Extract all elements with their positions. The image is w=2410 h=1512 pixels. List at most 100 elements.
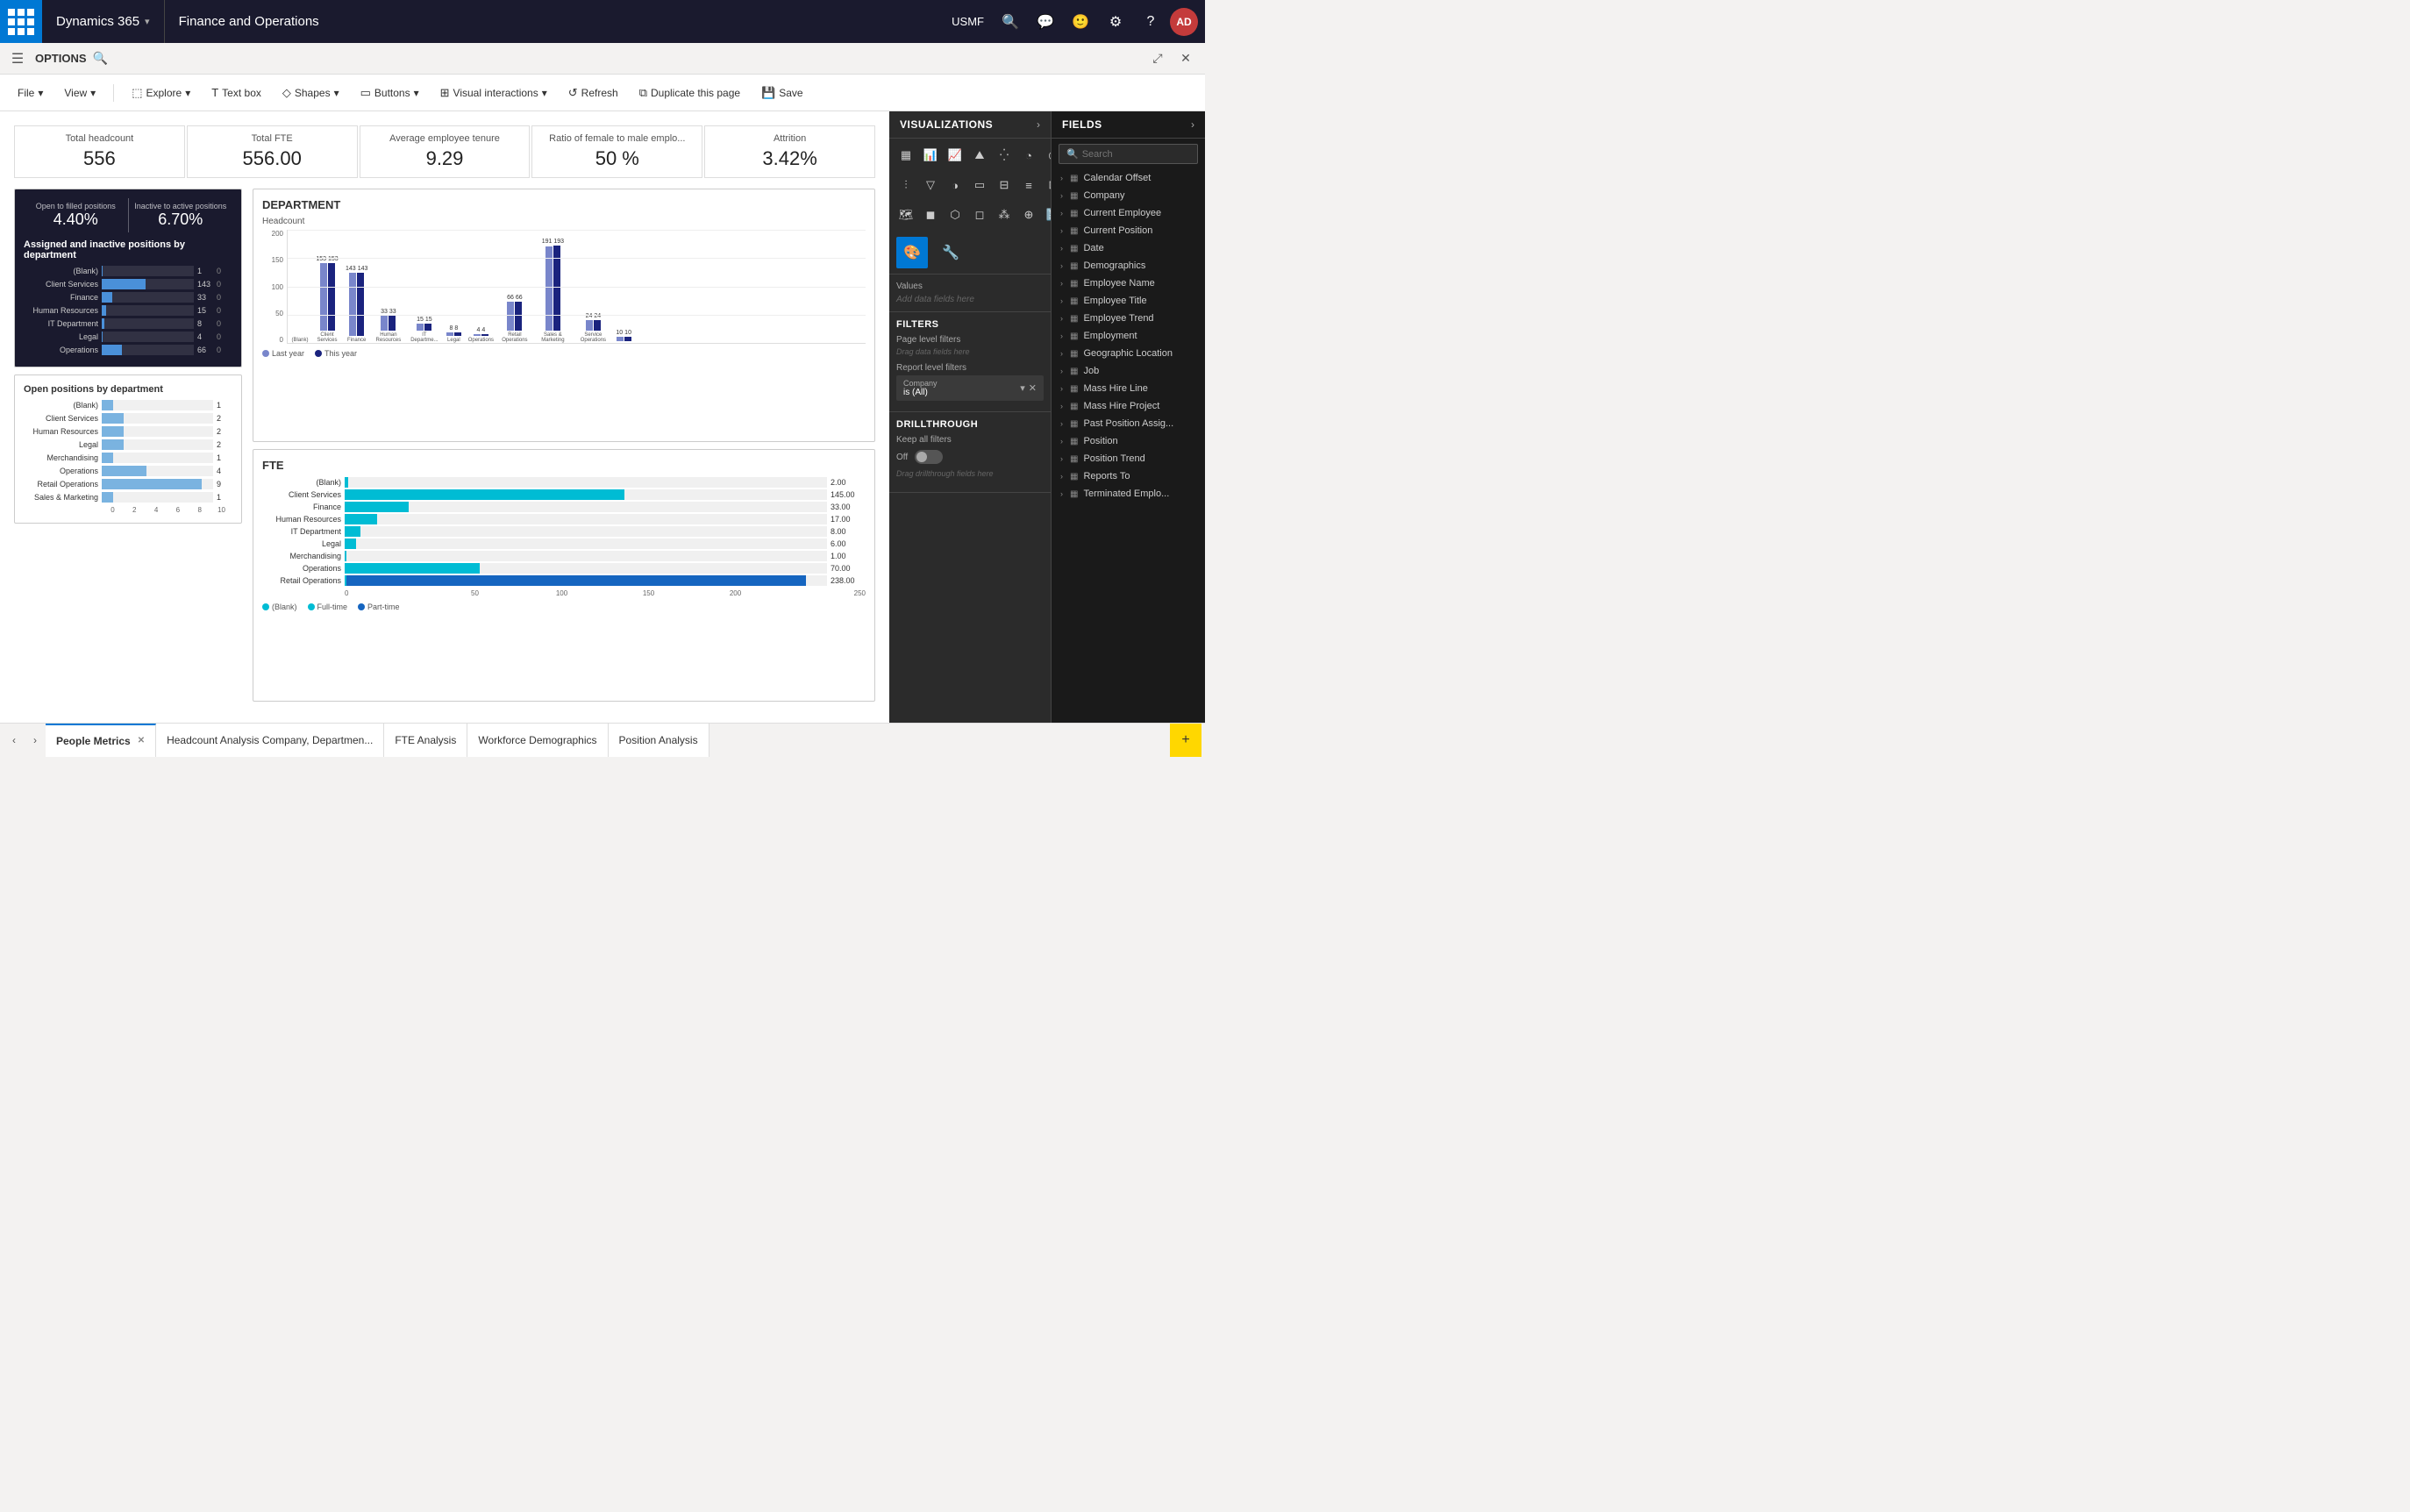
field-item-demographics[interactable]: › ▦ Demographics: [1055, 257, 1201, 275]
waffle-menu-button[interactable]: [0, 0, 42, 43]
viz-area-chart-icon[interactable]: ⛰: [968, 144, 991, 167]
options-search-button[interactable]: 🔍: [87, 45, 115, 73]
viz-azure-map-icon[interactable]: ◻: [968, 203, 991, 226]
field-item-past-position[interactable]: › ▦ Past Position Assig...: [1055, 415, 1201, 432]
table-icon: ▦: [1070, 454, 1078, 464]
table-icon: ▦: [1070, 191, 1078, 201]
tab-headcount-analysis[interactable]: Headcount Analysis Company, Departmen...: [156, 724, 384, 757]
textbox-button[interactable]: T Text box: [204, 82, 268, 103]
refresh-button[interactable]: ↺ Refresh: [561, 82, 625, 103]
viz-custom2-icon[interactable]: 🔢: [1042, 203, 1052, 226]
this-year-legend-dot: [315, 350, 322, 357]
viz-stacked-bar-icon[interactable]: ▦: [895, 144, 917, 167]
field-item-reports-to[interactable]: › ▦ Reports To: [1055, 467, 1201, 485]
emoji-button[interactable]: 🙂: [1065, 6, 1096, 38]
dashboard: Total headcount 556 Total FTE 556.00 Ave…: [0, 111, 889, 723]
viz-line-chart-icon[interactable]: 📈: [944, 144, 966, 167]
viz-scatter-chart-icon[interactable]: ⁛: [993, 144, 1016, 167]
viz-bar-chart-icon[interactable]: 📊: [919, 144, 942, 167]
save-button[interactable]: 💾 Save: [754, 82, 810, 103]
field-item-employee-trend[interactable]: › ▦ Employee Trend: [1055, 310, 1201, 327]
fields-chevron-icon[interactable]: ›: [1191, 118, 1194, 131]
company-filter-chip[interactable]: Company is (All) ▾ ✕: [896, 375, 1044, 401]
hamburger-menu-button[interactable]: ☰: [7, 48, 28, 69]
visual-interactions-button[interactable]: ⊞ Visual interactions ▾: [433, 82, 554, 103]
viz-ribbon-chart-icon[interactable]: ⁂: [993, 203, 1016, 226]
settings-button[interactable]: ⚙: [1100, 6, 1131, 38]
field-item-employee-name[interactable]: › ▦ Employee Name: [1055, 275, 1201, 292]
bar-row: Human Resources 2: [24, 426, 232, 437]
bar-row: Client Services 2: [24, 413, 232, 424]
file-menu-button[interactable]: File ▾: [11, 83, 50, 103]
avatar[interactable]: AD: [1170, 8, 1198, 36]
field-item-mass-hire-line[interactable]: › ▦ Mass Hire Line: [1055, 380, 1201, 397]
main-content: Total headcount 556 Total FTE 556.00 Ave…: [0, 111, 1205, 723]
tab-nav-left-button[interactable]: ‹: [4, 724, 25, 757]
field-item-employee-title[interactable]: › ▦ Employee Title: [1055, 292, 1201, 310]
field-item-current-position[interactable]: › ▦ Current Position: [1055, 222, 1201, 239]
drillthrough-placeholder: Drag drillthrough fields here: [896, 469, 1044, 478]
fields-search-input[interactable]: [1082, 149, 1205, 160]
chat-button[interactable]: 💬: [1030, 6, 1061, 38]
restore-button[interactable]: ⤢: [1145, 46, 1170, 71]
field-item-mass-hire-project[interactable]: › ▦ Mass Hire Project: [1055, 397, 1201, 415]
tab-position-analysis[interactable]: Position Analysis: [609, 724, 709, 757]
viz-table-icon[interactable]: ⊞: [1042, 174, 1052, 196]
field-item-job[interactable]: › ▦ Job: [1055, 362, 1201, 380]
textbox-icon: T: [211, 86, 218, 99]
charts-area: Open to filled positions 4.40% Inactive …: [14, 189, 875, 702]
buttons-button[interactable]: ▭ Buttons ▾: [353, 82, 426, 103]
field-item-date[interactable]: › ▦ Date: [1055, 239, 1201, 257]
company-selector[interactable]: USMF: [952, 15, 984, 28]
duplicate-button[interactable]: ⧉ Duplicate this page: [632, 82, 747, 103]
viz-filled-map-icon[interactable]: ◼: [919, 203, 942, 226]
viz-slicer-icon[interactable]: ≡: [1017, 174, 1040, 196]
toggle-state-label: Off: [896, 453, 908, 462]
explore-button[interactable]: ⬚ Explore ▾: [125, 82, 197, 103]
fte-bar-row: Finance 33.00: [262, 502, 866, 512]
viz-funnel-icon[interactable]: ▽: [919, 174, 942, 196]
viz-gauge-icon[interactable]: ◑: [944, 174, 966, 196]
viz-format-button[interactable]: 🎨: [896, 237, 928, 268]
filter-close-icon[interactable]: ✕: [1029, 382, 1037, 394]
search-button[interactable]: 🔍: [995, 6, 1026, 38]
viz-map-icon[interactable]: 🗺: [895, 203, 917, 226]
add-tab-button[interactable]: +: [1170, 724, 1201, 757]
viz-donut-chart-icon[interactable]: ◎: [1042, 144, 1052, 167]
tab-close-icon[interactable]: ✕: [138, 736, 145, 745]
field-item-calendar-offset[interactable]: › ▦ Calendar Offset: [1055, 169, 1201, 187]
drillthrough-toggle[interactable]: [915, 450, 943, 464]
viz-analytics-button[interactable]: 🔧: [935, 237, 966, 268]
tab-nav-right-button[interactable]: ›: [25, 724, 46, 757]
bar-row: Human Resources 15 0: [24, 305, 232, 316]
field-item-company[interactable]: › ▦ Company: [1055, 187, 1201, 204]
viz-card-icon[interactable]: ▭: [968, 174, 991, 196]
close-button[interactable]: ✕: [1173, 46, 1198, 71]
toolbar: File ▾ View ▾ ⬚ Explore ▾ T Text box ◇ S…: [0, 75, 1205, 111]
col-group: 44 Operations: [467, 327, 494, 343]
brand-section[interactable]: Dynamics 365 ▾: [42, 0, 165, 43]
viz-custom1-icon[interactable]: ⊕: [1017, 203, 1040, 226]
shapes-button[interactable]: ◇ Shapes ▾: [275, 82, 346, 103]
viz-kpi-icon[interactable]: ⊟: [993, 174, 1016, 196]
view-menu-button[interactable]: View ▾: [57, 83, 103, 103]
viz-waterfall-icon[interactable]: ⫶: [895, 174, 917, 196]
field-item-terminated-employee[interactable]: › ▦ Terminated Emplo...: [1055, 485, 1201, 503]
visualizations-chevron-icon[interactable]: ›: [1037, 118, 1040, 131]
blank-legend-dot: [308, 603, 315, 610]
tab-fte-analysis[interactable]: FTE Analysis: [384, 724, 467, 757]
filter-expand-icon[interactable]: ▾: [1020, 382, 1025, 394]
field-item-employment[interactable]: › ▦ Employment: [1055, 327, 1201, 345]
open-positions-chart-card: Open positions by department (Blank) 1 C…: [14, 374, 242, 524]
table-icon: ▦: [1070, 384, 1078, 394]
field-item-position-trend[interactable]: › ▦ Position Trend: [1055, 450, 1201, 467]
help-button[interactable]: ?: [1135, 6, 1166, 38]
tab-people-metrics[interactable]: People Metrics ✕: [46, 724, 156, 757]
viz-shape-map-icon[interactable]: ⬡: [944, 203, 966, 226]
view-chevron-icon: ▾: [90, 87, 96, 99]
tab-workforce-demographics[interactable]: Workforce Demographics: [467, 724, 608, 757]
viz-pie-chart-icon[interactable]: ◔: [1017, 144, 1040, 167]
field-item-current-employee[interactable]: › ▦ Current Employee: [1055, 204, 1201, 222]
field-item-geographic-location[interactable]: › ▦ Geographic Location: [1055, 345, 1201, 362]
field-item-position[interactable]: › ▦ Position: [1055, 432, 1201, 450]
